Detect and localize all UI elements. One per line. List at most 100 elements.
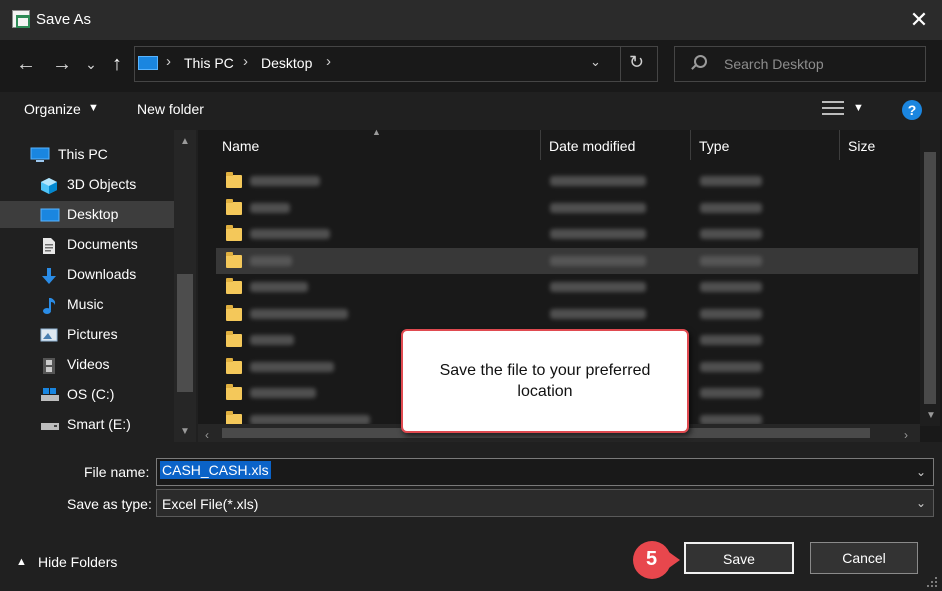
obscured-date [550,176,646,186]
sidebar-item-label: 3D Objects [67,176,137,192]
hide-folders-chevron-icon[interactable]: ▲ [16,556,27,568]
column-divider[interactable] [540,130,541,160]
save-as-type-value[interactable]: Excel File(*.xls) [162,496,258,512]
file-name-value[interactable]: CASH_CASH.xls [160,461,271,479]
file-list-vertical-scroll-thumb[interactable] [924,152,936,404]
list-item[interactable] [216,195,918,221]
window-title: Save As [36,11,92,28]
column-header-size[interactable]: Size [848,138,875,154]
breadcrumb-chevron-icon[interactable]: › [166,53,171,70]
obscured-name [250,229,330,239]
save-as-type-label: Save as type: [67,496,152,512]
breadcrumb-chevron-icon[interactable]: › [326,53,331,70]
folder-icon [226,251,242,268]
documents-icon [40,237,58,254]
sidebar-item-label: Music [67,296,104,312]
scroll-up-icon[interactable]: ▲ [180,136,190,147]
sidebar-item-this-pc[interactable]: This PC [0,141,174,168]
file-name-field[interactable] [156,458,934,486]
organize-button[interactable]: Organize [24,101,81,117]
column-header-type[interactable]: Type [699,138,729,154]
help-icon[interactable]: ? [902,100,922,120]
recent-locations-chevron-icon[interactable]: ⌄ [84,52,98,76]
film-icon [40,357,58,374]
obscured-name [250,335,294,345]
folder-icon [226,357,242,374]
column-divider[interactable] [690,130,691,160]
sidebar-item-3d-objects[interactable]: 3D Objects [0,171,174,198]
resize-grip-icon[interactable] [926,576,938,588]
sidebar-item-os-c[interactable]: OS (C:) [0,381,174,408]
sidebar-item-pictures[interactable]: Pictures [0,321,174,348]
sidebar-item-documents[interactable]: Documents [0,231,174,258]
obscured-type [700,255,762,266]
new-folder-button[interactable]: New folder [137,101,204,117]
back-arrow-icon[interactable]: ← [14,52,38,76]
view-options-icon[interactable] [822,100,844,116]
obscured-name [250,282,308,292]
scroll-left-icon[interactable]: ‹ [205,428,209,442]
sidebar-item-downloads[interactable]: Downloads [0,261,174,288]
breadcrumb-this-pc[interactable]: This PC [184,55,234,71]
pictures-icon [40,327,58,343]
list-item[interactable] [216,221,918,247]
folder-icon [226,172,242,188]
sidebar-item-videos[interactable]: Videos [0,351,174,378]
folder-icon [226,198,242,215]
obscured-type [700,176,762,186]
organize-dropdown-icon[interactable]: ▼ [88,102,99,114]
music-note-icon [40,297,58,314]
scroll-down-icon[interactable]: ▼ [926,410,936,421]
sidebar-item-label: OS (C:) [67,386,115,402]
save-button[interactable]: Save [684,542,794,574]
sidebar-item-smart-e[interactable]: Smart (E:) [0,411,174,438]
list-item[interactable] [216,168,918,194]
download-arrow-icon [40,267,58,284]
obscured-type [700,308,762,319]
cube-icon [40,177,58,194]
sidebar-scroll-thumb[interactable] [177,274,193,392]
forward-arrow-icon[interactable]: → [50,52,74,76]
close-button[interactable]: ✕ [904,6,934,34]
breadcrumb-chevron-icon[interactable]: › [243,53,248,70]
column-header-name[interactable]: Name [222,138,259,154]
folder-icon [226,384,242,400]
list-item[interactable] [216,274,918,300]
folder-icon [226,225,242,241]
step-number: 5 [646,548,658,570]
sidebar-item-desktop[interactable]: Desktop [0,201,174,228]
search-placeholder: Search Desktop [724,56,824,72]
sidebar-item-music[interactable]: Music [0,291,174,318]
column-header-date-modified[interactable]: Date modified [549,138,635,154]
address-dropdown-icon[interactable]: ⌄ [590,54,601,70]
scroll-right-icon[interactable]: › [904,428,908,442]
file-name-label: File name: [84,464,150,480]
folder-icon [226,331,242,347]
title-bar [0,0,942,40]
list-item[interactable] [216,301,918,327]
sidebar-item-label: Documents [67,236,138,252]
address-separator [620,46,621,82]
up-arrow-icon[interactable]: ↑ [106,52,128,76]
save-as-type-dropdown-icon[interactable]: ⌄ [916,496,926,510]
cancel-button[interactable]: Cancel [810,542,918,574]
computer-icon [30,147,50,163]
sidebar-item-label: This PC [58,146,108,162]
scroll-down-icon[interactable]: ▼ [180,426,190,437]
list-item[interactable] [216,247,918,274]
callout-text: Save the file to your preferred location [439,362,651,400]
save-as-type-select[interactable] [156,489,934,517]
sidebar-item-label: Videos [67,356,110,372]
sidebar-item-label: Smart (E:) [67,416,131,432]
obscured-name [250,176,320,186]
obscured-name [250,414,370,425]
column-divider[interactable] [839,130,840,160]
file-name-dropdown-icon[interactable]: ⌄ [916,465,926,479]
obscured-type [700,414,762,425]
view-dropdown-icon[interactable]: ▼ [853,102,864,114]
obscured-type [700,229,762,239]
refresh-icon[interactable]: ↻ [629,52,644,73]
spreadsheet-app-icon [12,10,30,28]
breadcrumb-desktop[interactable]: Desktop [261,55,312,71]
hide-folders-button[interactable]: Hide Folders [38,554,117,570]
